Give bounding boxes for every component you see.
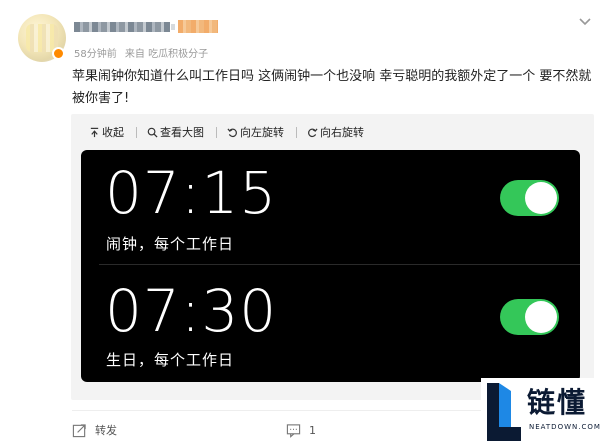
watermark-logo-icon — [487, 383, 521, 441]
alarm-2-label: 生日，每个工作日 — [106, 351, 235, 369]
footer-divider — [72, 410, 482, 411]
alarm-screenshot[interactable]: 07:15 闹钟，每个工作日 07:30 生日，每个工作日 — [81, 150, 580, 382]
alarm-1-toggle[interactable] — [500, 180, 559, 216]
verified-badge-icon — [52, 47, 65, 60]
more-chevron-icon[interactable] — [578, 12, 592, 26]
collapse-button[interactable]: 收起 — [89, 124, 124, 140]
zoom-icon — [147, 127, 158, 138]
post-meta: 58分钟前 来自 吃瓜积极分子 — [74, 45, 213, 60]
view-large-label: 查看大图 — [160, 126, 204, 139]
rotate-left-label: 向左旋转 — [240, 126, 284, 139]
comment-icon — [286, 423, 301, 438]
collapse-label: 收起 — [102, 126, 124, 139]
rotate-right-button[interactable]: 向右旋转 — [307, 124, 364, 140]
username-blurred[interactable] — [74, 22, 170, 32]
rotate-right-label: 向右旋转 — [320, 126, 364, 139]
toolbar-divider — [216, 126, 217, 138]
collapse-icon — [90, 127, 99, 137]
alarm-2-toggle[interactable] — [500, 299, 559, 335]
toolbar-divider — [136, 126, 137, 138]
watermark-text: 链懂 — [527, 386, 588, 419]
user-badges-blurred — [178, 20, 218, 33]
watermark-url: NEATDOWN.COM — [529, 423, 600, 431]
alarm-1-time: 07:15 — [105, 159, 278, 227]
repost-icon — [72, 423, 86, 437]
username-separator — [171, 24, 175, 30]
alarm-divider — [99, 264, 580, 265]
media-viewer: 收起 查看大图 向左旋转 向右旋转 07:15 闹钟，每个工作日 07:30 生… — [71, 114, 594, 400]
view-large-button[interactable]: 查看大图 — [147, 124, 204, 140]
rotate-left-icon — [227, 127, 237, 137]
toolbar-divider — [296, 126, 297, 138]
post-text: 苹果闹钟你知道什么叫工作日吗 这俩闹钟一个也没响 幸亏聪明的我额外定了一个 要不… — [72, 69, 592, 106]
toggle-knob — [525, 301, 557, 333]
post-time[interactable]: 58分钟前 — [74, 49, 117, 60]
repost-label: 转发 — [95, 424, 117, 437]
toggle-knob — [525, 182, 557, 214]
comment-button[interactable]: 1 — [286, 420, 316, 440]
rotate-right-icon — [308, 127, 318, 137]
post-source: 来自 吃瓜积极分子 — [124, 49, 209, 60]
alarm-1-label: 闹钟，每个工作日 — [106, 235, 235, 253]
rotate-left-button[interactable]: 向左旋转 — [227, 124, 284, 140]
media-toolbar: 收起 查看大图 向左旋转 向右旋转 — [71, 114, 594, 150]
repost-button[interactable]: 转发 — [72, 420, 117, 440]
alarm-2-time: 07:30 — [105, 277, 278, 345]
watermark: 链懂 NEATDOWN.COM — [481, 378, 600, 445]
comment-count: 1 — [309, 423, 316, 437]
